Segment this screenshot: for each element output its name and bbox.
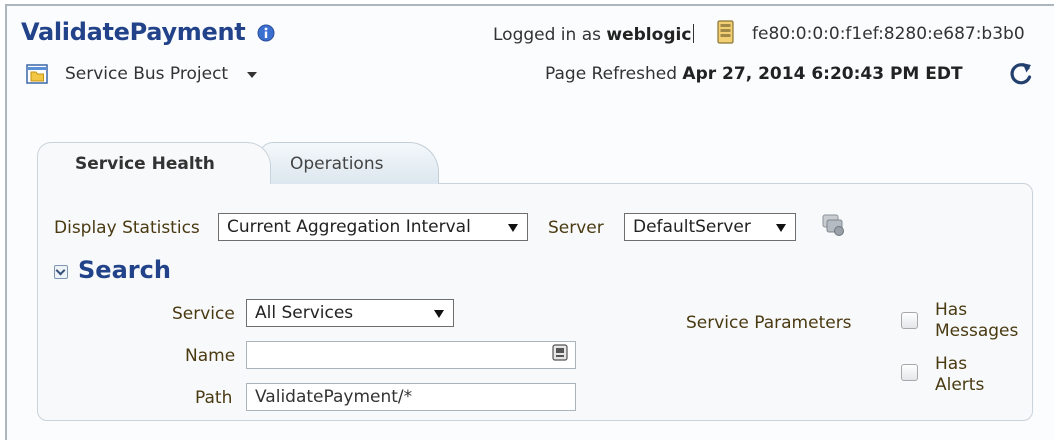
folder-icon [26, 64, 48, 84]
select-value: DefaultServer [633, 217, 751, 237]
server-icon [717, 20, 734, 44]
username: weblogic [606, 25, 692, 45]
display-statistics-label: Display Statistics [54, 218, 200, 238]
server-select[interactable]: DefaultServer [624, 213, 796, 241]
info-icon[interactable] [257, 24, 275, 42]
go-icon[interactable] [821, 213, 847, 239]
separator [693, 24, 695, 43]
has-alerts-label: Has Alerts [935, 354, 984, 396]
refreshed-time: Apr 27, 2014 6:20:43 PM EDT [682, 64, 963, 84]
service-parameters-label: Service Parameters [686, 313, 852, 333]
has-messages-line2: Messages [935, 321, 1019, 341]
dropdown-arrow-icon [434, 310, 444, 318]
name-input[interactable] [246, 341, 576, 369]
page-title: ValidatePayment [21, 18, 246, 46]
select-value: All Services [255, 303, 354, 323]
has-alerts-line2: Alerts [935, 375, 985, 395]
refreshed-prefix: Page Refreshed [545, 64, 678, 84]
tab-label: Operations [290, 154, 384, 174]
has-alerts-line1: Has [935, 354, 968, 374]
logged-in-prefix: Logged in as [493, 25, 601, 45]
picker-icon[interactable] [552, 344, 568, 361]
chevron-down-icon[interactable] [247, 72, 257, 78]
dropdown-arrow-icon [508, 224, 518, 232]
has-messages-line1: Has [935, 300, 968, 320]
has-messages-label: Has Messages [935, 300, 1018, 342]
project-menu-label[interactable]: Service Bus Project [65, 64, 228, 84]
path-label: Path [195, 388, 233, 408]
server-address: fe80:0:0:0:f1ef:8280:e687:b3b0 [752, 24, 1025, 44]
refresh-icon[interactable] [1007, 60, 1035, 88]
server-label: Server [548, 218, 604, 238]
tab-label: Service Health [75, 154, 215, 174]
search-title: Search [78, 256, 171, 284]
display-statistics-select[interactable]: Current Aggregation Interval [218, 213, 528, 241]
login-info: Logged in as weblogic [493, 24, 695, 45]
collapse-toggle-icon[interactable] [54, 265, 68, 279]
has-messages-checkbox[interactable] [901, 312, 918, 329]
select-value: Current Aggregation Interval [227, 217, 471, 237]
has-alerts-checkbox[interactable] [901, 364, 918, 381]
path-input[interactable]: ValidatePayment/* [246, 383, 576, 411]
dropdown-arrow-icon [776, 224, 786, 232]
service-select[interactable]: All Services [246, 299, 454, 327]
page-refreshed-info: Page Refreshed Apr 27, 2014 6:20:43 PM E… [545, 64, 963, 84]
service-label: Service [172, 304, 235, 324]
name-label: Name [185, 346, 236, 366]
tab-operations[interactable]: Operations [259, 142, 439, 184]
tab-service-health[interactable]: Service Health [37, 142, 271, 184]
